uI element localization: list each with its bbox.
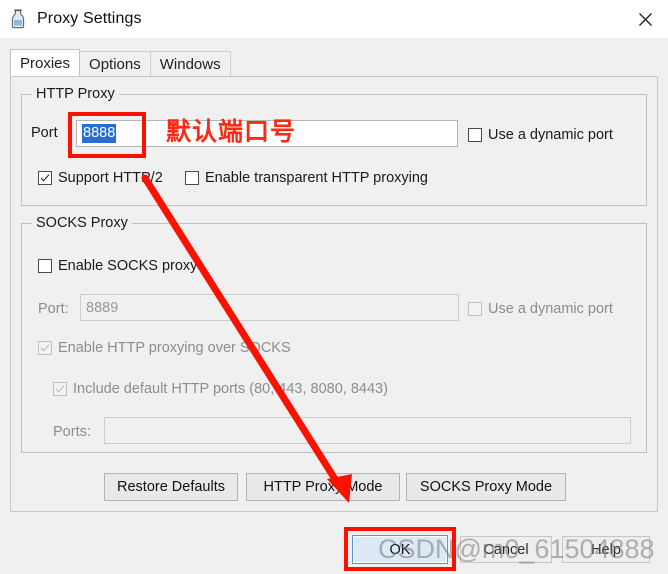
socks-ports-label-wrap: Ports: [53, 424, 91, 440]
socks-port-label: Port: [38, 301, 69, 317]
socks-dynamic-port-row[interactable]: Use a dynamic port [468, 301, 613, 317]
http-port-label: Port [31, 125, 58, 141]
support-http2-row[interactable]: Support HTTP/2 [38, 170, 163, 186]
socks-port-input[interactable]: 8889 [80, 294, 459, 321]
support-http2-label: Support HTTP/2 [58, 170, 163, 186]
enable-socks-checkbox[interactable] [38, 259, 52, 273]
http-proxy-mode-button[interactable]: HTTP Proxy Mode [246, 473, 400, 501]
include-default-ports-row[interactable]: Include default HTTP ports (80, 443, 808… [53, 381, 388, 397]
http-over-socks-checkbox[interactable] [38, 341, 52, 355]
transparent-proxy-row[interactable]: Enable transparent HTTP proxying [185, 170, 428, 186]
http-dynamic-port-label: Use a dynamic port [488, 127, 613, 143]
http-proxy-group-title: HTTP Proxy [32, 86, 119, 102]
http-proxy-group: HTTP Proxy [21, 86, 647, 206]
include-default-ports-label: Include default HTTP ports (80, 443, 808… [73, 381, 388, 397]
enable-socks-label: Enable SOCKS proxy [58, 258, 198, 274]
include-default-ports-checkbox[interactable] [53, 382, 67, 396]
help-button[interactable]: Help [562, 536, 650, 563]
transparent-proxy-label: Enable transparent HTTP proxying [205, 170, 428, 186]
socks-port-value: 8889 [86, 299, 119, 316]
transparent-proxy-checkbox[interactable] [185, 171, 199, 185]
window-titlebar: Proxy Settings [0, 0, 668, 38]
tab-windows[interactable]: Windows [149, 51, 231, 76]
enable-socks-row[interactable]: Enable SOCKS proxy [38, 258, 197, 274]
tab-bar: Proxies Options Windows [10, 49, 658, 76]
socks-proxy-group-title: SOCKS Proxy [32, 215, 132, 231]
http-dynamic-port-row[interactable]: Use a dynamic port [468, 127, 613, 143]
http-over-socks-label: Enable HTTP proxying over SOCKS [58, 340, 291, 356]
http-over-socks-row[interactable]: Enable HTTP proxying over SOCKS [38, 340, 291, 356]
window-title: Proxy Settings [37, 10, 142, 27]
socks-ports-input[interactable] [104, 417, 631, 444]
socks-proxy-mode-button[interactable]: SOCKS Proxy Mode [406, 473, 566, 501]
ok-button[interactable]: OK [352, 535, 448, 564]
tab-options[interactable]: Options [79, 51, 151, 76]
socks-port-label-wrap: Port: [38, 301, 69, 317]
socks-ports-label: Ports: [53, 424, 91, 440]
close-icon[interactable] [622, 0, 668, 38]
cancel-button[interactable]: Cancel [460, 536, 552, 563]
http-dynamic-port-checkbox[interactable] [468, 128, 482, 142]
http-port-label-wrap: Port [31, 125, 58, 141]
http-port-input[interactable]: 8888 [76, 120, 458, 147]
tab-proxies[interactable]: Proxies [10, 49, 81, 76]
dialog-button-bar: OK Cancel Help [0, 525, 668, 574]
charles-bottle-icon [9, 9, 27, 29]
restore-defaults-button[interactable]: Restore Defaults [104, 473, 238, 501]
http-port-value: 8888 [82, 124, 117, 143]
socks-dynamic-port-label: Use a dynamic port [488, 301, 613, 317]
socks-dynamic-port-checkbox[interactable] [468, 302, 482, 316]
support-http2-checkbox[interactable] [38, 171, 52, 185]
